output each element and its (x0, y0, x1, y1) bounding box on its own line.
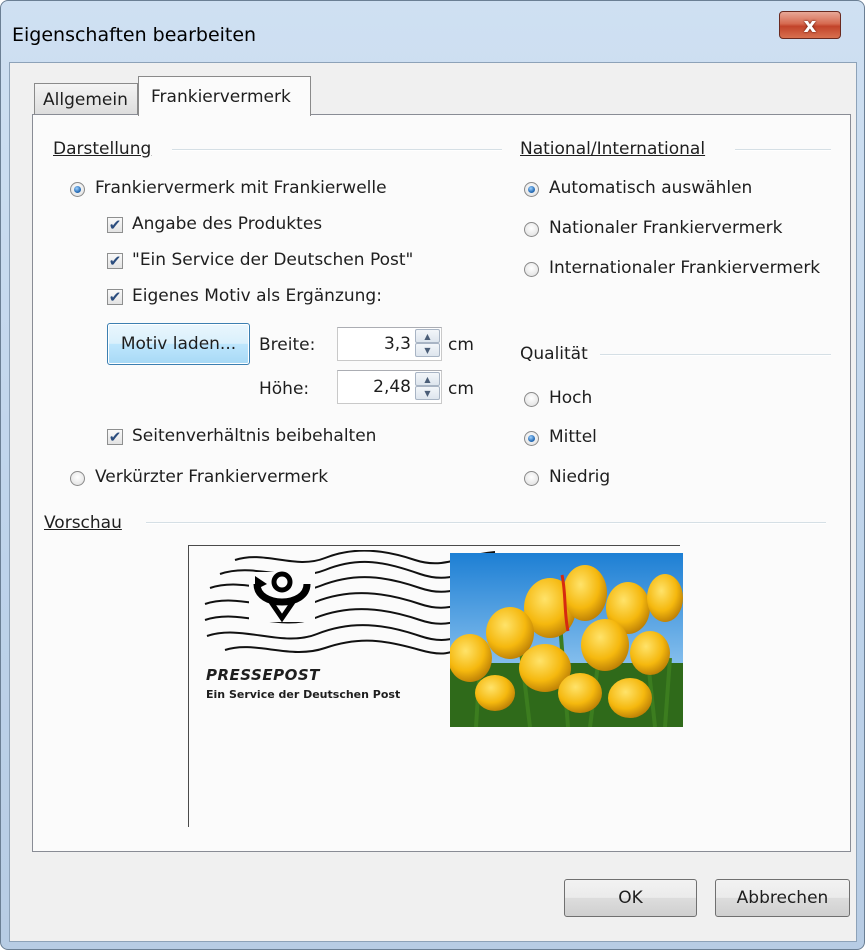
group-label-national: National/International (520, 139, 705, 159)
radio-mittel[interactable] (524, 431, 539, 446)
preview-border-left (188, 545, 189, 827)
group-label-qualitaet: Qualität (520, 344, 588, 364)
preview-border-top (188, 545, 680, 546)
arrow-up-icon[interactable]: ▲ (415, 372, 440, 386)
hoehe-label: Höhe: (259, 379, 310, 399)
motiv-image (450, 553, 683, 727)
arrow-down-icon[interactable]: ▼ (415, 343, 440, 357)
radio-national[interactable] (524, 222, 539, 237)
divider (600, 354, 831, 356)
radio-label-mittel: Mittel (549, 427, 597, 447)
checkbox-service[interactable]: ✔ (107, 253, 123, 269)
radio-label-national: Nationaler Frankiervermerk (549, 218, 783, 238)
group-title-qualitaet: Qualität (520, 344, 588, 364)
group-label-vorschau: Vorschau (44, 513, 122, 533)
stamp-subtitle: Ein Service der Deutschen Post (206, 688, 401, 701)
checkmark-icon: ✔ (108, 287, 122, 306)
divider (172, 149, 502, 151)
checkmark-icon: ✔ (108, 251, 122, 270)
radio-hoch[interactable] (524, 392, 539, 407)
arrow-up-icon[interactable]: ▲ (415, 329, 440, 343)
divider (735, 149, 831, 151)
checkbox-produkt[interactable]: ✔ (107, 217, 123, 233)
radio-automatisch[interactable] (524, 182, 539, 197)
hoehe-spin-buttons: ▲ ▼ (415, 372, 440, 400)
radio-label-niedrig: Niedrig (549, 467, 611, 487)
breite-spinner: 3,3 ▲ ▼ (337, 327, 442, 361)
group-title-national: National/International (520, 139, 706, 159)
radio-label-verkuerzt: Verkürzter Frankiervermerk (95, 467, 329, 487)
checkbox-motiv[interactable]: ✔ (107, 289, 123, 305)
breite-spin-buttons: ▲ ▼ (415, 329, 440, 357)
panel-content: Darstellung Frankiervermerk mit Frankier… (0, 0, 867, 952)
divider (146, 522, 826, 524)
checkbox-label-produkt: Angabe des Produktes (132, 214, 323, 234)
radio-label-automatisch: Automatisch auswählen (549, 178, 753, 198)
hoehe-spinner: 2,48 ▲ ▼ (337, 370, 442, 404)
group-title-darstellung: Darstellung (53, 139, 152, 159)
group-label-darstellung: Darstellung (53, 139, 151, 159)
radio-label-hoch: Hoch (549, 388, 593, 408)
hoehe-unit: cm (448, 379, 474, 399)
posthorn-icon (249, 571, 315, 623)
checkmark-icon: ✔ (108, 427, 122, 446)
arrow-down-icon[interactable]: ▼ (415, 386, 440, 400)
breite-unit: cm (448, 335, 474, 355)
group-title-vorschau: Vorschau (44, 513, 122, 533)
radio-niedrig[interactable] (524, 471, 539, 486)
motiv-laden-button[interactable]: Motiv laden... (107, 323, 250, 365)
stamp-title: PRESSEPOST (206, 666, 320, 684)
checkbox-label-seitenverhaeltnis: Seitenverhältnis beibehalten (132, 426, 377, 446)
radio-international[interactable] (524, 262, 539, 277)
checkbox-label-motiv: Eigenes Motiv als Ergänzung: (132, 286, 382, 306)
radio-verkuerzt[interactable] (70, 471, 85, 486)
radio-label-frankierwelle: Frankiervermerk mit Frankierwelle (95, 178, 387, 198)
checkmark-icon: ✔ (108, 215, 122, 234)
breite-label: Breite: (259, 335, 316, 355)
radio-label-international: Internationaler Frankiervermerk (549, 258, 821, 278)
checkbox-seitenverhaeltnis[interactable]: ✔ (107, 429, 123, 445)
checkbox-label-service: "Ein Service der Deutschen Post" (132, 250, 414, 270)
radio-frankierwelle[interactable] (70, 182, 85, 197)
